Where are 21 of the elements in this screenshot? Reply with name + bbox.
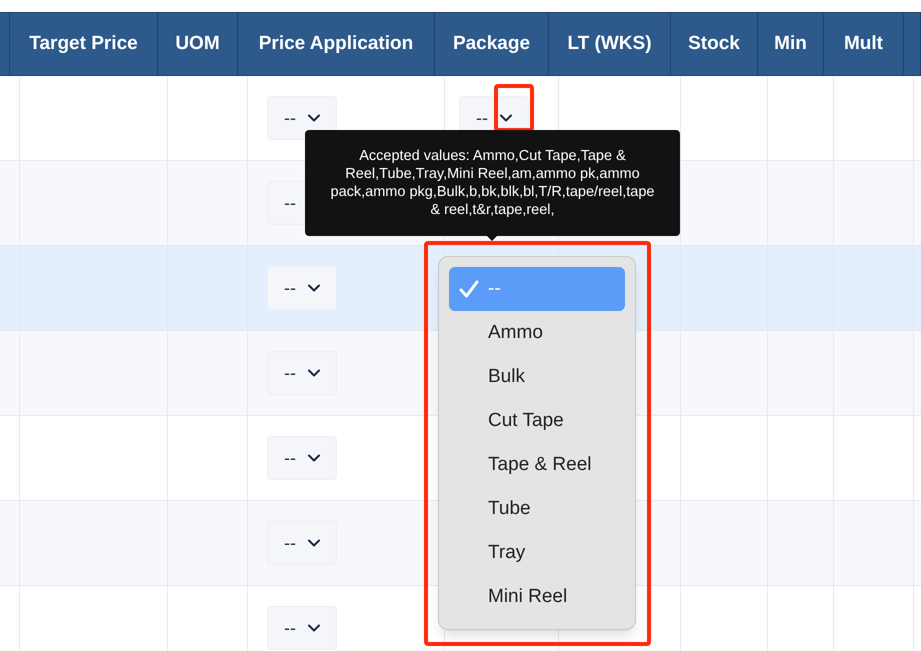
column-header: Package [452, 32, 530, 56]
price-application-select[interactable]: -- [267, 266, 337, 310]
price-application-select[interactable]: -- [267, 351, 337, 395]
dropdown-option[interactable]: Mini Reel [449, 575, 625, 619]
price-application-select[interactable]: -- [267, 96, 337, 140]
price-application-select[interactable]: -- [267, 521, 337, 565]
dropdown-option[interactable]: Tube [449, 487, 625, 531]
dropdown-option[interactable]: Tray [449, 531, 625, 575]
column-header: Stock [688, 32, 740, 56]
price-application-select[interactable]: -- [267, 436, 337, 480]
column-header: Target Price [29, 32, 138, 56]
price-application-select[interactable]: -- [267, 606, 337, 650]
dropdown-option[interactable]: Bulk [449, 355, 625, 399]
column-header: LT (WKS) [567, 32, 652, 56]
column-header: Min [774, 32, 807, 56]
dropdown-option[interactable]: Ammo [449, 311, 625, 355]
column-header: UOM [175, 32, 220, 56]
dropdown-option[interactable]: Cut Tape [449, 399, 625, 443]
column-header: Price Application [258, 32, 414, 56]
dropdown-option[interactable]: Tape & Reel [449, 443, 625, 487]
column-header: Mult [844, 32, 884, 56]
